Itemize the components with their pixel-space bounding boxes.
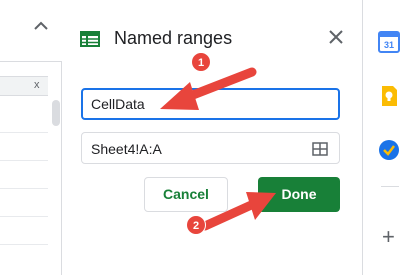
panel-header: Named ranges bbox=[62, 24, 362, 54]
google-calendar-icon[interactable]: 31 bbox=[377, 30, 401, 54]
chevron-up-icon[interactable] bbox=[34, 18, 48, 36]
range-text: Sheet4!A:A bbox=[91, 141, 162, 157]
column-header-row bbox=[0, 76, 48, 96]
svg-text:31: 31 bbox=[384, 40, 394, 50]
panel-title: Named ranges bbox=[114, 28, 233, 48]
spreadsheet-grid: x bbox=[0, 0, 62, 275]
google-tasks-icon[interactable] bbox=[377, 138, 401, 162]
select-range-icon[interactable] bbox=[312, 141, 328, 157]
grid-line bbox=[0, 244, 48, 245]
close-icon[interactable] bbox=[324, 26, 348, 50]
close-glyph[interactable]: x bbox=[34, 79, 40, 91]
step-badge-1: 1 bbox=[191, 52, 211, 72]
grid-line bbox=[0, 216, 48, 217]
cancel-button[interactable]: Cancel bbox=[144, 177, 228, 212]
range-name-input[interactable] bbox=[81, 88, 340, 120]
grid-header bbox=[0, 0, 62, 62]
grid-line bbox=[0, 188, 48, 189]
google-keep-icon[interactable] bbox=[377, 84, 401, 108]
step-badge-2: 2 bbox=[186, 215, 206, 235]
done-button[interactable]: Done bbox=[258, 177, 340, 212]
grid-line bbox=[0, 132, 48, 133]
sheets-icon bbox=[80, 31, 100, 47]
vertical-scrollbar[interactable] bbox=[52, 100, 60, 126]
grid-line bbox=[0, 160, 48, 161]
addon-sidebar: 31 + bbox=[362, 0, 415, 275]
range-field[interactable]: Sheet4!A:A bbox=[81, 132, 340, 164]
rail-divider bbox=[381, 186, 399, 187]
named-ranges-panel: Named ranges Sheet4!A:A Cancel Done bbox=[62, 0, 362, 275]
add-icon[interactable]: + bbox=[382, 226, 395, 248]
